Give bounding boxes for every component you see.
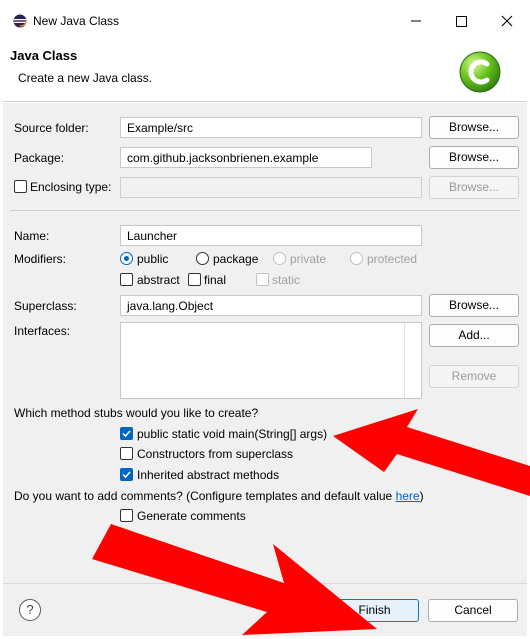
red-arrow-finish [92, 524, 377, 635]
red-arrow-main-method [333, 409, 530, 496]
annotation-arrows [92, 409, 530, 635]
